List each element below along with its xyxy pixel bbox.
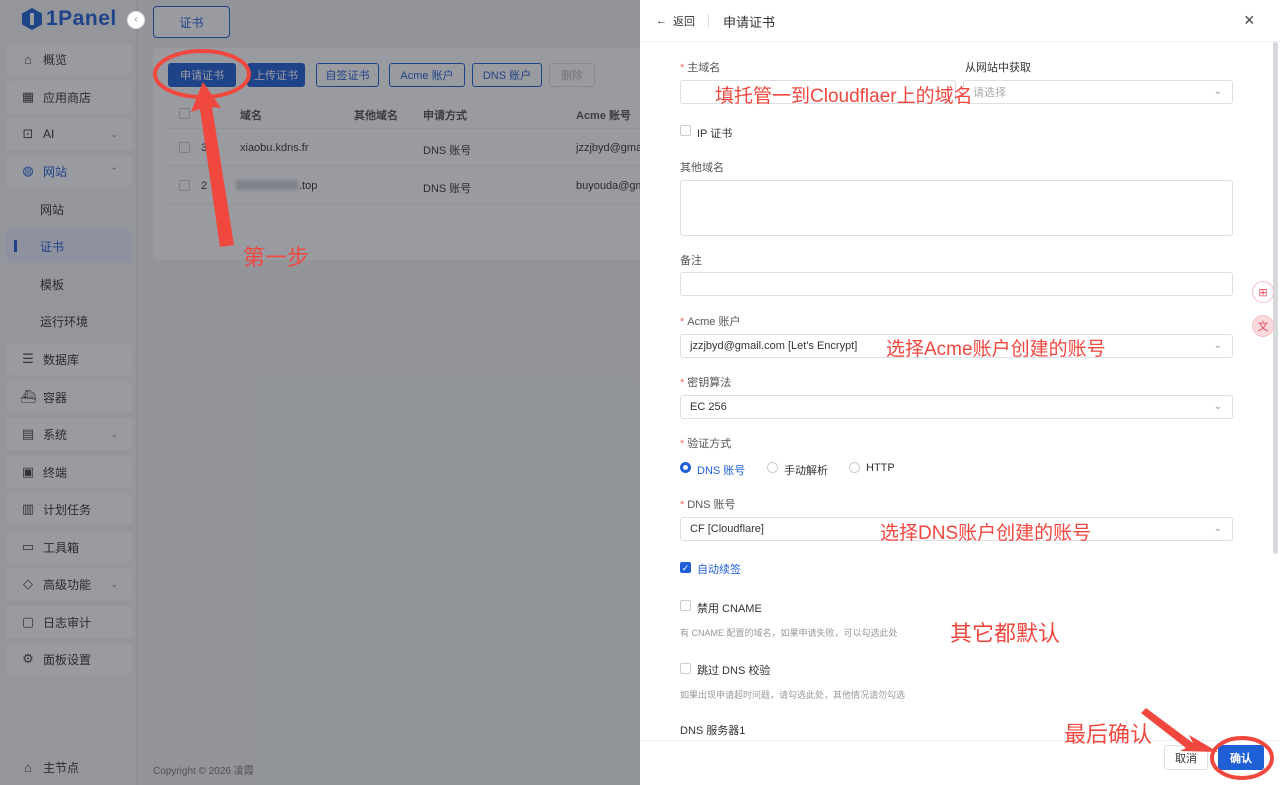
ip-cert-checkbox[interactable] xyxy=(680,125,691,136)
radio-http[interactable] xyxy=(849,462,860,473)
radio-manual-label: 手动解析 xyxy=(784,465,828,477)
skip-dns-label: 跳过 DNS 校验 xyxy=(697,665,771,677)
key-algorithm-label: * 密钥算法 xyxy=(680,377,732,389)
ip-cert-label: IP 证书 xyxy=(697,128,733,140)
annotation-final: 最后确认 xyxy=(1064,722,1153,747)
annotation-default: 其它都默认 xyxy=(950,621,1061,646)
verify-method-label: * 验证方式 xyxy=(680,438,732,450)
acme-account-label: * Acme 账户 xyxy=(680,316,741,328)
auto-renew-label: 自动续签 xyxy=(697,564,741,576)
collapse-sidebar-button[interactable]: ‹ xyxy=(127,11,145,29)
remark-label: 备注 xyxy=(680,255,702,267)
chevron-down-icon: ⌄ xyxy=(1213,340,1222,351)
drawer-scrollbar[interactable] xyxy=(1273,42,1278,554)
back-button[interactable]: ← 返回 xyxy=(656,13,695,29)
chevron-down-icon: ⌄ xyxy=(1213,401,1222,412)
from-site-select[interactable]: 请选择 ⌄ xyxy=(963,80,1233,104)
translate-icon[interactable]: 文 xyxy=(1252,315,1274,337)
other-domains-label: 其他域名 xyxy=(680,162,724,174)
radio-dns-account[interactable] xyxy=(680,462,691,473)
disable-cname-checkbox[interactable] xyxy=(680,600,691,611)
modal-overlay[interactable] xyxy=(0,0,640,785)
annotation-domain: 填托管一到Cloudflaer上的域名 xyxy=(715,86,973,107)
dns-account-label: * DNS 账号 xyxy=(680,499,736,511)
annotation-acme: 选择Acme账户创建的账号 xyxy=(886,339,1106,360)
chevron-left-icon: ‹ xyxy=(134,14,138,25)
drawer-title: 申请证书 xyxy=(723,15,776,30)
header-divider xyxy=(708,14,709,28)
apply-certificate-drawer: ← 返回 申请证书 × * 主域名 从网站中获取 请选择 ⌄ IP 证书 其他域名 备… xyxy=(640,0,1280,785)
radio-http-label: HTTP xyxy=(866,462,895,474)
confirm-button[interactable]: 确认 xyxy=(1218,745,1264,770)
radio-manual[interactable] xyxy=(767,462,778,473)
radio-dns-account-label: DNS 账号 xyxy=(697,465,746,477)
annotation-dns: 选择DNS账户创建的账号 xyxy=(880,523,1092,544)
skip-dns-hint: 如果出现申请超时问题，请勾选此处，其他情况请勿勾选 xyxy=(680,690,906,700)
dns-server-label: DNS 服务器1 xyxy=(680,725,746,737)
remark-input[interactable] xyxy=(680,272,1233,296)
cancel-button[interactable]: 取消 xyxy=(1164,745,1208,770)
from-site-label: 从网站中获取 xyxy=(965,62,1031,74)
drawer-header: ← 返回 申请证书 × xyxy=(640,0,1280,42)
skip-dns-checkbox[interactable] xyxy=(680,663,691,674)
annotation-step1: 第一步 xyxy=(243,245,310,270)
close-icon[interactable]: × xyxy=(1244,10,1255,31)
app-grid-icon[interactable]: ⊞ xyxy=(1252,281,1274,303)
key-algorithm-select[interactable]: EC 256 ⌄ xyxy=(680,395,1233,419)
disable-cname-hint: 有 CNAME 配置的域名，如果申请失败，可以勾选此处 xyxy=(680,628,898,638)
other-domains-textarea[interactable] xyxy=(680,180,1233,236)
auto-renew-checkbox[interactable]: ✓ xyxy=(680,562,691,573)
chevron-down-icon: ⌄ xyxy=(1213,523,1222,534)
chevron-down-icon: ⌄ xyxy=(1213,86,1222,97)
disable-cname-label: 禁用 CNAME xyxy=(697,603,762,615)
arrow-left-icon: ← xyxy=(656,15,667,27)
primary-domain-label: * 主域名 xyxy=(680,62,721,74)
